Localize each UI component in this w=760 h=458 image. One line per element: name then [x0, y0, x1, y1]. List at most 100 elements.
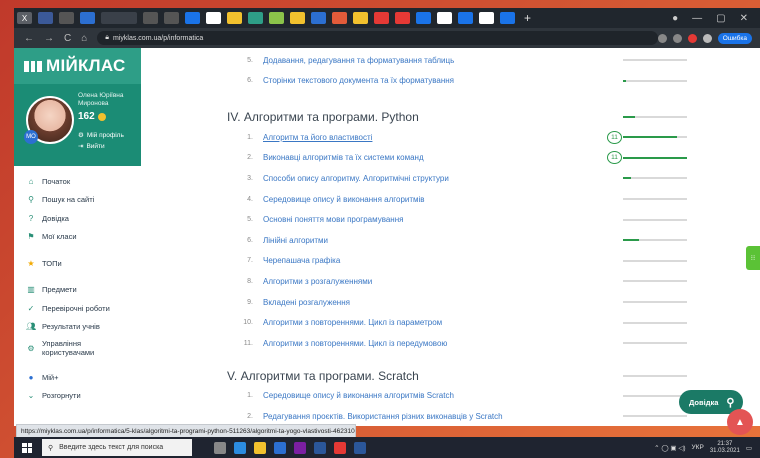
extensions-puzzle-icon[interactable] — [702, 33, 712, 43]
topic-link[interactable]: Способи опису алгоритму. Алгоритмічні ст… — [263, 174, 449, 183]
sidebar-item-label: Довідка — [42, 213, 69, 223]
topic-link[interactable]: Черепашача графіка — [263, 256, 340, 265]
clock[interactable]: 21:37 31.03.2021 — [710, 441, 740, 455]
scroll-top-button[interactable]: ▲ — [727, 409, 753, 435]
browser-tab[interactable] — [374, 12, 389, 24]
browser-tab[interactable] — [38, 12, 53, 24]
chrome-icon[interactable] — [334, 441, 346, 454]
browser-tab[interactable] — [59, 12, 74, 24]
windows-start-icon[interactable] — [22, 442, 32, 453]
topic-row: 11. Алгоритми з повтореннями. Цикл із пер… — [141, 333, 760, 353]
topic-link[interactable]: Середовище опису й виконання алгоритмів … — [263, 391, 454, 400]
browser-tab[interactable] — [332, 12, 347, 24]
sidebar-item-home[interactable]: ⌂ Початок — [14, 172, 141, 191]
browser-tab[interactable] — [80, 12, 95, 24]
task-view-icon[interactable] — [214, 441, 226, 454]
site-logo[interactable]: МІЙКЛАС — [14, 48, 141, 84]
profile-status-button[interactable]: Ошибка — [717, 32, 752, 44]
browser-tab[interactable] — [437, 12, 452, 24]
section-title: V. Алгоритми та програми. Scratch — [227, 368, 419, 383]
sidebar-item-classes[interactable]: ⚑ Мої класи — [14, 228, 141, 247]
record-icon[interactable]: ● — [672, 13, 678, 24]
topic-link[interactable]: Лінійні алгоритми — [263, 236, 328, 245]
back-icon[interactable]: ← — [24, 33, 34, 44]
sidebar-item-search[interactable]: ⚲ Пошук на сайті — [14, 191, 141, 210]
sidebar-item-label: Мій+ — [42, 372, 59, 382]
logout-link[interactable]: ⇥ Вийти — [78, 142, 105, 151]
topic-link[interactable]: Сторінки текстового документа та їх форм… — [263, 76, 454, 85]
topic-row: 9. Вкладені розгалуження — [141, 292, 760, 312]
check-icon: ✓ — [27, 303, 35, 313]
browser-tab[interactable] — [290, 12, 305, 24]
score-badge: 11 — [607, 151, 622, 165]
close-button[interactable]: ✕ — [740, 13, 748, 24]
url-input[interactable]: 🔒︎ miyklas.com.ua/p/informatica — [97, 31, 658, 45]
search-icon: ⚲ — [48, 444, 54, 452]
sidebar-item-help[interactable]: ? Довідка — [14, 209, 141, 228]
topic-link[interactable]: Середовище опису й виконання алгоритмів — [263, 195, 425, 204]
progress-bar — [623, 136, 687, 139]
browser-tab[interactable] — [185, 12, 200, 24]
browser-tab-active[interactable] — [101, 12, 137, 24]
progress-fill — [623, 79, 627, 82]
forward-icon[interactable]: → — [44, 33, 54, 44]
progress-bar — [623, 374, 687, 377]
topic-link[interactable]: Алгоритм та його властивості — [263, 133, 372, 142]
topic-link[interactable]: Вкладені розгалуження — [263, 298, 350, 307]
word-icon[interactable] — [314, 441, 326, 454]
browser-tab[interactable] — [395, 12, 410, 24]
browser-tab[interactable] — [416, 12, 431, 24]
new-tab-button[interactable]: + — [524, 11, 531, 25]
browser-tab[interactable]: X — [17, 12, 32, 24]
topic-number: 2. — [247, 154, 253, 162]
sidebar-item-results[interactable]: 👥︎ Результати учнів — [14, 318, 141, 337]
browser-tab[interactable] — [164, 12, 179, 24]
explorer-icon[interactable] — [254, 441, 266, 454]
topic-number: 9. — [247, 298, 253, 306]
browser-tab[interactable] — [458, 12, 473, 24]
browser-tab[interactable] — [143, 12, 158, 24]
language-indicator[interactable]: УКР — [692, 444, 704, 451]
sidebar-item-tests[interactable]: ✓ Перевірочні роботи — [14, 299, 141, 318]
translate-icon[interactable] — [657, 33, 667, 43]
browser-tab[interactable] — [353, 12, 368, 24]
bookmark-star-icon[interactable] — [672, 33, 682, 43]
browser-tab[interactable] — [269, 12, 284, 24]
reload-icon[interactable]: C — [64, 33, 71, 44]
topic-link[interactable]: Алгоритми з повтореннями. Цикл із переду… — [263, 339, 447, 348]
progress-bar — [623, 156, 687, 159]
browser-tab[interactable] — [227, 12, 242, 24]
browser-tab[interactable] — [500, 12, 515, 24]
app-icon[interactable] — [294, 441, 306, 454]
tray-icons[interactable]: ⌃ ◯ ▣ ◁) — [654, 444, 685, 452]
browser-tab[interactable] — [206, 12, 221, 24]
browser-tab[interactable] — [248, 12, 263, 24]
help-icon: ? — [28, 213, 34, 223]
browser-tab[interactable] — [479, 12, 494, 24]
notification-icon[interactable]: ▭ — [746, 444, 752, 452]
sidebar-item-my-plus[interactable]: ● Мій+ — [14, 368, 141, 387]
store-icon[interactable] — [274, 441, 286, 454]
side-widget-button[interactable]: ⁝⁝ — [746, 246, 760, 270]
word-icon[interactable] — [354, 441, 366, 454]
sidebar-item-user-management[interactable]: ⚙ Управління користувачами — [14, 336, 141, 360]
my-profile-link[interactable]: ⚙ Мій профіль — [78, 131, 124, 140]
taskbar-search-input[interactable]: ⚲ Введите здесь текст для поиска — [42, 439, 192, 456]
sidebar-item-tops[interactable]: ★ ТОПи — [14, 254, 141, 273]
sidebar-item-expand[interactable]: ⌄ Розгорнути — [14, 387, 141, 406]
clock-time: 21:37 — [717, 440, 733, 447]
sidebar-item-subjects[interactable]: ▥ Предмети — [14, 281, 141, 300]
topic-link[interactable]: Алгоритми з розгалуженнями — [263, 277, 372, 286]
extension-icon[interactable] — [687, 33, 697, 43]
edge-icon[interactable] — [234, 441, 246, 454]
home-icon[interactable]: ⌂ — [81, 33, 87, 44]
topic-link[interactable]: Виконавці алгоритмів та їх системи коман… — [263, 153, 424, 162]
clock-date: 31.03.2021 — [709, 447, 740, 454]
topic-link[interactable]: Основні поняття мови програмування — [263, 215, 403, 224]
topic-link[interactable]: Редагування проєктів. Використання різни… — [263, 412, 503, 421]
topic-link[interactable]: Додавання, редагування та форматування т… — [263, 56, 454, 65]
topic-link[interactable]: Алгоритми з повтореннями. Цикл із параме… — [263, 318, 442, 327]
minimize-button[interactable]: — — [692, 13, 702, 24]
maximize-button[interactable]: ▢ — [716, 13, 725, 24]
browser-tab[interactable] — [311, 12, 326, 24]
